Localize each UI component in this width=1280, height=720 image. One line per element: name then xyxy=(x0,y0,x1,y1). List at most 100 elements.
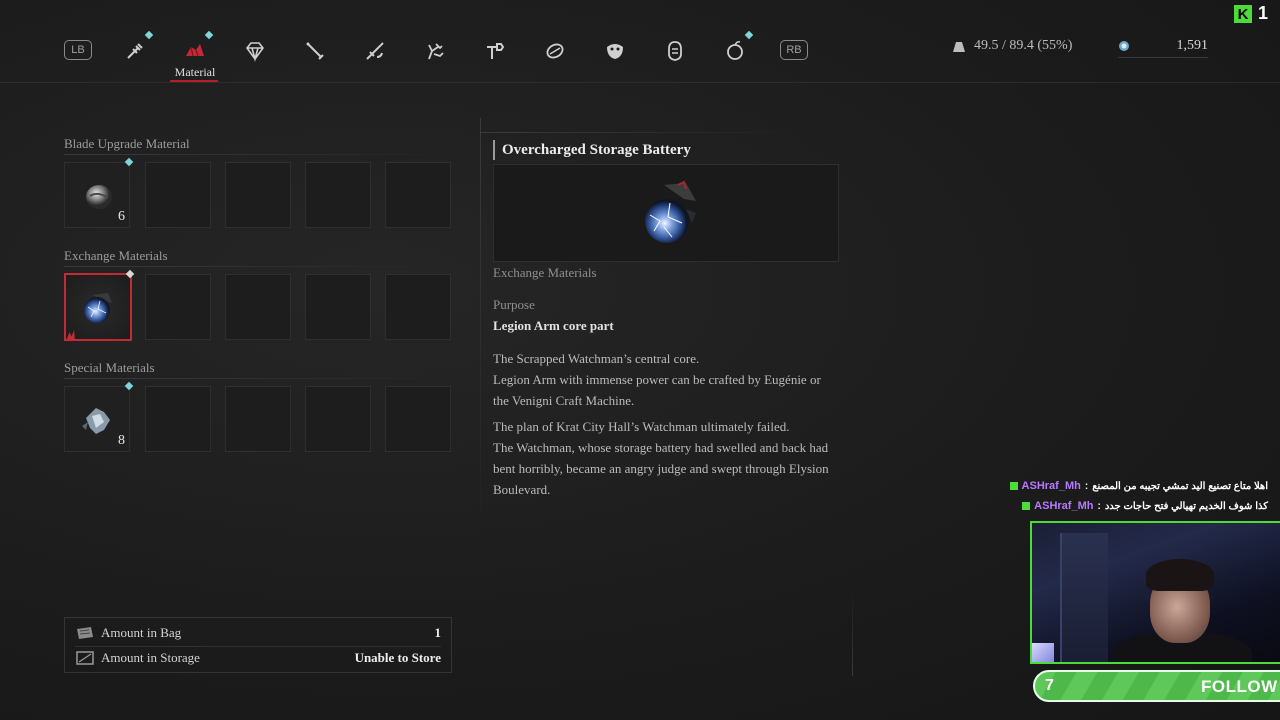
inventory-slot-empty[interactable] xyxy=(145,162,211,228)
chat-message: ASHraf_Mh : كذا شوف الخديم تهيالي فتح حا… xyxy=(1022,500,1268,512)
amulet-icon xyxy=(546,43,564,59)
inventory-slot-empty[interactable] xyxy=(385,274,451,340)
amount-info-box: Amount in Bag 1 Amount in Storage Unable… xyxy=(64,617,452,673)
webcam-background xyxy=(1060,533,1108,662)
tab-gems[interactable] xyxy=(240,36,270,66)
tab-handles[interactable] xyxy=(360,36,390,66)
kick-badge-icon xyxy=(1022,502,1031,510)
weight-value: 49.5 / 89.4 (55%) xyxy=(974,38,1073,53)
inventory-slot-empty[interactable] xyxy=(225,274,291,340)
inventory-slot-empty[interactable] xyxy=(305,162,371,228)
ergo-counter: 1,591 xyxy=(1118,38,1208,58)
new-marker xyxy=(744,30,754,40)
new-marker xyxy=(125,269,135,279)
syringe-icon xyxy=(127,43,143,59)
new-marker xyxy=(204,30,214,40)
amount-in-bag-row: Amount in Bag 1 xyxy=(75,622,441,644)
wrench-icon xyxy=(487,43,505,59)
selection-blood-splash-icon xyxy=(66,330,75,341)
fruit-icon xyxy=(727,41,743,60)
chat-separator: : xyxy=(1084,480,1089,492)
blade-icon xyxy=(306,42,324,60)
divider xyxy=(64,154,460,155)
tab-blades[interactable] xyxy=(300,36,330,66)
top-bar: LB RB Material 49.5 / 89.4 (55%) 1,591 xyxy=(0,0,1280,83)
description-line: Legion Arm with immense power can be cra… xyxy=(493,372,821,387)
description-line: The Scrapped Watchman’s central core. xyxy=(493,351,700,366)
chat-text: اهلا متاع تصنيع اليد تمشي تجيبه من المصن… xyxy=(1092,480,1268,492)
detail-panel-border xyxy=(480,118,481,528)
webcam-light xyxy=(1032,643,1054,662)
item-preview xyxy=(493,164,839,262)
divider xyxy=(64,378,460,379)
bag-icon xyxy=(77,627,93,639)
storage-battery-icon xyxy=(645,180,696,243)
tab-amulets[interactable] xyxy=(540,36,570,66)
webcam-overlay xyxy=(1030,521,1280,664)
item-quantity: 8 xyxy=(118,433,125,448)
moonstone-icon xyxy=(86,185,112,209)
inventory-slot-empty[interactable] xyxy=(305,386,371,452)
viewer-count: 1 xyxy=(1258,3,1269,23)
new-marker xyxy=(124,157,134,167)
inventory-slot-storage-battery[interactable] xyxy=(64,269,135,341)
ergo-icon xyxy=(1119,41,1129,51)
inventory-slot-empty[interactable] xyxy=(305,274,371,340)
lb-button[interactable]: LB xyxy=(64,40,92,60)
tab-fruits[interactable] xyxy=(720,30,754,66)
description-line: The Watchman, whose storage battery had … xyxy=(493,440,829,455)
tab-legion-arms[interactable] xyxy=(420,36,450,66)
item-description-1: The Scrapped Watchman’s central core. Le… xyxy=(493,348,843,411)
kick-logo-icon: K xyxy=(1234,5,1252,23)
description-line: Boulevard. xyxy=(493,482,551,497)
description-line: bent horribly, became an angry judge and… xyxy=(493,461,829,476)
amount-in-bag-label: Amount in Bag xyxy=(101,625,182,640)
tab-tools[interactable] xyxy=(480,36,510,66)
follow-goal-bar: 7 FOLLOW xyxy=(1033,670,1280,702)
tab-consumables[interactable] xyxy=(120,30,154,66)
rb-button[interactable]: RB xyxy=(780,40,808,60)
description-line: the Venigni Craft Machine. xyxy=(493,393,635,408)
item-title: Overcharged Storage Battery xyxy=(493,140,691,160)
inventory-slot-moonstone[interactable]: 6 xyxy=(64,157,134,228)
chat-username: ASHraf_Mh xyxy=(1034,500,1094,512)
purpose-value: Legion Arm core part xyxy=(493,318,614,333)
inventory-slot-star-fragment[interactable]: 8 xyxy=(64,381,134,452)
divider xyxy=(64,266,460,267)
mask-icon xyxy=(607,44,623,59)
purpose-label: Purpose xyxy=(493,297,535,312)
chat-message: ASHraf_Mh : اهلا متاع تصنيع اليد تمشي تج… xyxy=(1009,480,1268,492)
tab-material[interactable] xyxy=(180,30,214,66)
storage-icon xyxy=(76,651,94,665)
follow-count: 7 xyxy=(1045,677,1054,694)
weight-icon xyxy=(953,42,965,52)
active-tab-underline xyxy=(170,80,218,82)
active-tab-label: Material xyxy=(174,65,216,79)
follow-label: FOLLOW xyxy=(1201,677,1278,696)
inventory-slot-empty[interactable] xyxy=(385,386,451,452)
storage-battery-icon xyxy=(84,293,112,323)
kick-badge-icon xyxy=(1009,482,1018,490)
amount-in-storage-value: Unable to Store xyxy=(354,650,441,665)
chat-text: كذا شوف الخديم تهيالي فتح حاجات جدد xyxy=(1104,500,1268,512)
ergo-value: 1,591 xyxy=(1176,38,1209,53)
section-title-special: Special Materials xyxy=(64,360,155,375)
inventory-slot-empty[interactable] xyxy=(385,162,451,228)
amount-in-bag-value: 1 xyxy=(434,625,442,640)
new-marker xyxy=(124,381,134,391)
inventory-slot-empty[interactable] xyxy=(145,386,211,452)
tab-heads[interactable] xyxy=(660,36,690,66)
chat-separator: : xyxy=(1097,500,1101,512)
new-marker xyxy=(144,30,154,40)
handle-icon xyxy=(366,42,384,60)
inventory-slot-empty[interactable] xyxy=(145,274,211,340)
weight-indicator: 49.5 / 89.4 (55%) xyxy=(952,38,1072,54)
amount-in-storage-row: Amount in Storage Unable to Store xyxy=(75,647,441,669)
head-icon xyxy=(668,41,682,61)
description-line: The plan of Krat City Hall’s Watchman ul… xyxy=(493,419,790,434)
inventory-slot-empty[interactable] xyxy=(225,162,291,228)
tab-costumes[interactable] xyxy=(600,36,630,66)
inventory-slot-empty[interactable] xyxy=(225,386,291,452)
amount-in-storage-label: Amount in Storage xyxy=(101,650,200,665)
section-title-blade-upgrade: Blade Upgrade Material xyxy=(64,136,190,151)
